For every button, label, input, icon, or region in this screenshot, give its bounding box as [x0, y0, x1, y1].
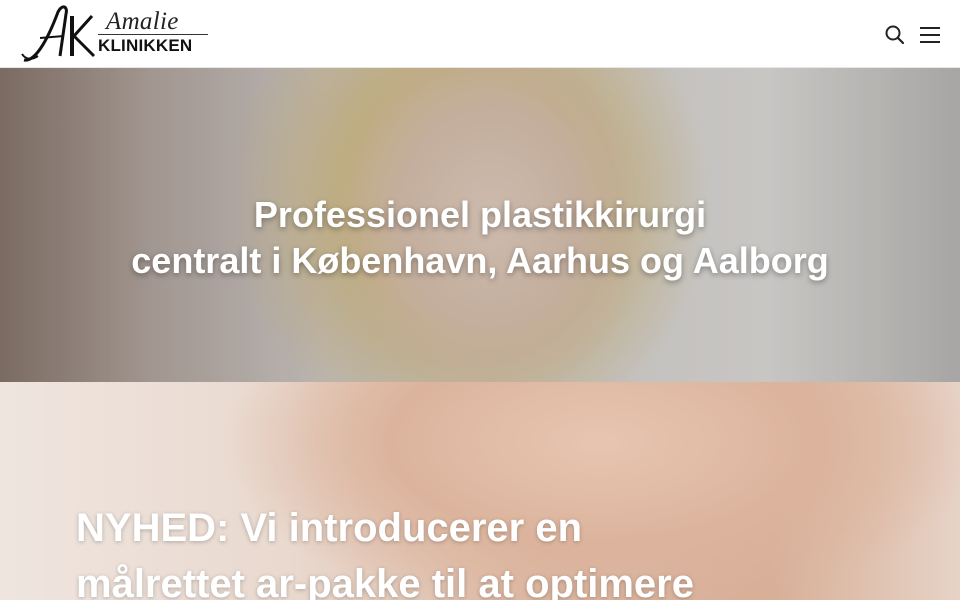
hero-title: Professionel plastikkirurgi centralt i K… — [0, 192, 960, 284]
ak-monogram-icon — [21, 5, 96, 62]
hero-banner[interactable]: Professionel plastikkirurgi centralt i K… — [0, 68, 960, 382]
search-button[interactable] — [884, 24, 906, 46]
site-header: Amalie KLINIKKEN — [0, 0, 960, 68]
menu-button[interactable] — [918, 24, 942, 46]
promo-title-line1: NYHED: Vi introducerer en — [76, 506, 583, 550]
promo-title-line2: målrettet ar-pakke til at optimere — [76, 562, 694, 600]
amalie-klinikken-logo[interactable]: Amalie KLINIKKEN — [18, 4, 218, 64]
logo-divider — [98, 34, 208, 35]
logo-wordmark: KLINIKKEN — [98, 36, 193, 55]
promo-title: NYHED: Vi introducerer en målrettet ar-p… — [76, 500, 936, 600]
hero-title-line2: centralt i København, Aarhus og Aalborg — [131, 240, 829, 281]
hamburger-menu-icon — [920, 27, 940, 43]
search-icon — [885, 25, 905, 45]
logo-script-text: Amalie — [106, 8, 179, 35]
hero-title-line1: Professionel plastikkirurgi — [253, 194, 707, 235]
promo-banner[interactable]: NYHED: Vi introducerer en målrettet ar-p… — [0, 382, 960, 600]
